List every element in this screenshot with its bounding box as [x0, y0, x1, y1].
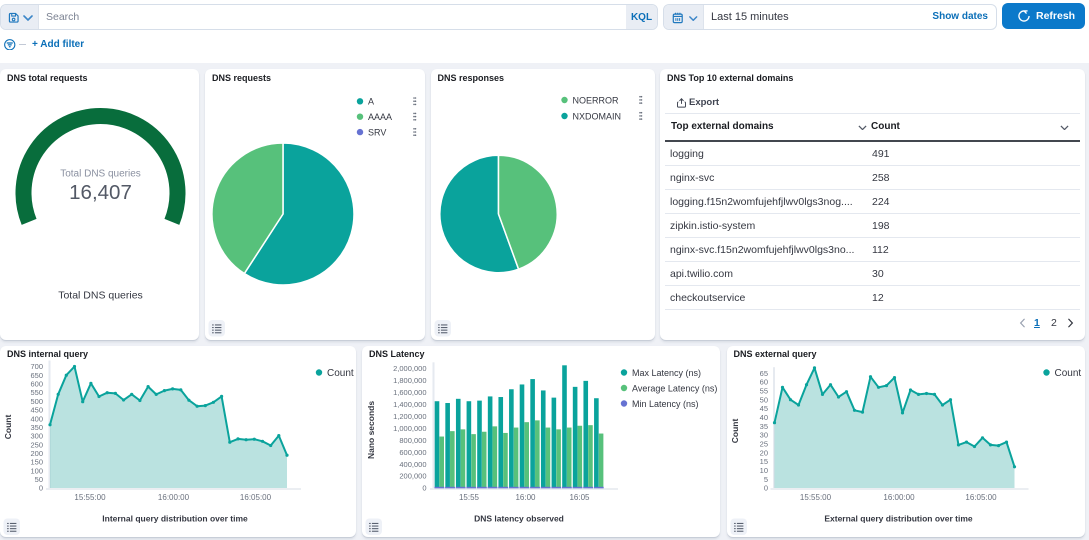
svg-text:15:55:00: 15:55:00 — [74, 493, 106, 502]
svg-text:20: 20 — [759, 448, 767, 457]
svg-text:16:00:00: 16:00:00 — [883, 493, 915, 502]
svg-text:1,400,000: 1,400,000 — [393, 399, 426, 408]
svg-text:SRV: SRV — [368, 127, 386, 137]
svg-text:16:05: 16:05 — [569, 493, 590, 502]
svg-text:300: 300 — [30, 431, 43, 440]
svg-text:450: 450 — [30, 405, 43, 414]
svg-text:Max Latency (ns): Max Latency (ns) — [632, 367, 701, 377]
svg-text:600,000: 600,000 — [399, 447, 426, 456]
svg-text:External query distribution ov: External query distribution over time — [824, 513, 973, 523]
svg-text:55: 55 — [759, 386, 767, 395]
svg-text:25: 25 — [759, 439, 767, 448]
svg-text:Internal query distribution ov: Internal query distribution over time — [102, 513, 248, 523]
svg-text:1,800,000: 1,800,000 — [393, 376, 426, 385]
svg-text:Count: Count — [327, 367, 354, 378]
svg-text:NOERROR: NOERROR — [572, 95, 619, 105]
svg-text:16:05:00: 16:05:00 — [965, 493, 997, 502]
svg-text:Count: Count — [730, 418, 740, 443]
svg-text:30: 30 — [759, 430, 767, 439]
svg-text:800,000: 800,000 — [399, 435, 426, 444]
svg-text:NXDOMAIN: NXDOMAIN — [572, 111, 621, 121]
svg-text:16:05:00: 16:05:00 — [240, 493, 272, 502]
svg-text:65: 65 — [759, 368, 767, 377]
svg-text:35: 35 — [759, 421, 767, 430]
svg-text:400: 400 — [30, 414, 43, 423]
svg-text:1,600,000: 1,600,000 — [393, 387, 426, 396]
svg-text:1,200,000: 1,200,000 — [393, 411, 426, 420]
svg-text:400,000: 400,000 — [399, 459, 426, 468]
svg-text:60: 60 — [759, 377, 767, 386]
svg-text:0: 0 — [763, 483, 767, 492]
svg-text:Count: Count — [3, 414, 13, 439]
svg-text:Count: Count — [1054, 367, 1081, 378]
svg-text:45: 45 — [759, 404, 767, 413]
svg-text:Total DNS queries: Total DNS queries — [60, 169, 141, 180]
svg-text:600: 600 — [30, 379, 43, 388]
svg-text:10: 10 — [759, 466, 767, 475]
svg-text:15: 15 — [759, 457, 767, 466]
svg-text:150: 150 — [30, 457, 43, 466]
svg-text:200,000: 200,000 — [399, 471, 426, 480]
svg-text:0: 0 — [422, 483, 426, 492]
svg-text:200: 200 — [30, 449, 43, 458]
svg-text:2,000,000: 2,000,000 — [393, 364, 426, 373]
svg-text:15:55: 15:55 — [459, 493, 480, 502]
svg-text:Average Latency (ns): Average Latency (ns) — [632, 383, 717, 393]
svg-text:250: 250 — [30, 440, 43, 449]
svg-text:1,000,000: 1,000,000 — [393, 423, 426, 432]
svg-text:100: 100 — [30, 466, 43, 475]
svg-text:650: 650 — [30, 370, 43, 379]
svg-text:50: 50 — [35, 475, 43, 484]
svg-text:15:55:00: 15:55:00 — [799, 493, 831, 502]
svg-text:Total DNS queries: Total DNS queries — [58, 290, 143, 302]
svg-text:50: 50 — [759, 395, 767, 404]
svg-text:350: 350 — [30, 423, 43, 432]
svg-text:AAAA: AAAA — [368, 112, 392, 122]
svg-text:5: 5 — [763, 474, 767, 483]
svg-text:Min Latency (ns): Min Latency (ns) — [632, 398, 699, 408]
svg-text:A: A — [368, 97, 374, 107]
svg-text:40: 40 — [759, 413, 767, 422]
svg-text:16,407: 16,407 — [69, 181, 132, 204]
svg-text:700: 700 — [30, 362, 43, 371]
svg-text:0: 0 — [39, 483, 43, 492]
svg-text:16:00:00: 16:00:00 — [158, 493, 190, 502]
svg-text:550: 550 — [30, 388, 43, 397]
svg-text:Nano seconds: Nano seconds — [366, 400, 376, 458]
svg-text:500: 500 — [30, 396, 43, 405]
svg-text:DNS latency observed: DNS latency observed — [474, 513, 564, 523]
svg-text:16:00: 16:00 — [515, 493, 536, 502]
